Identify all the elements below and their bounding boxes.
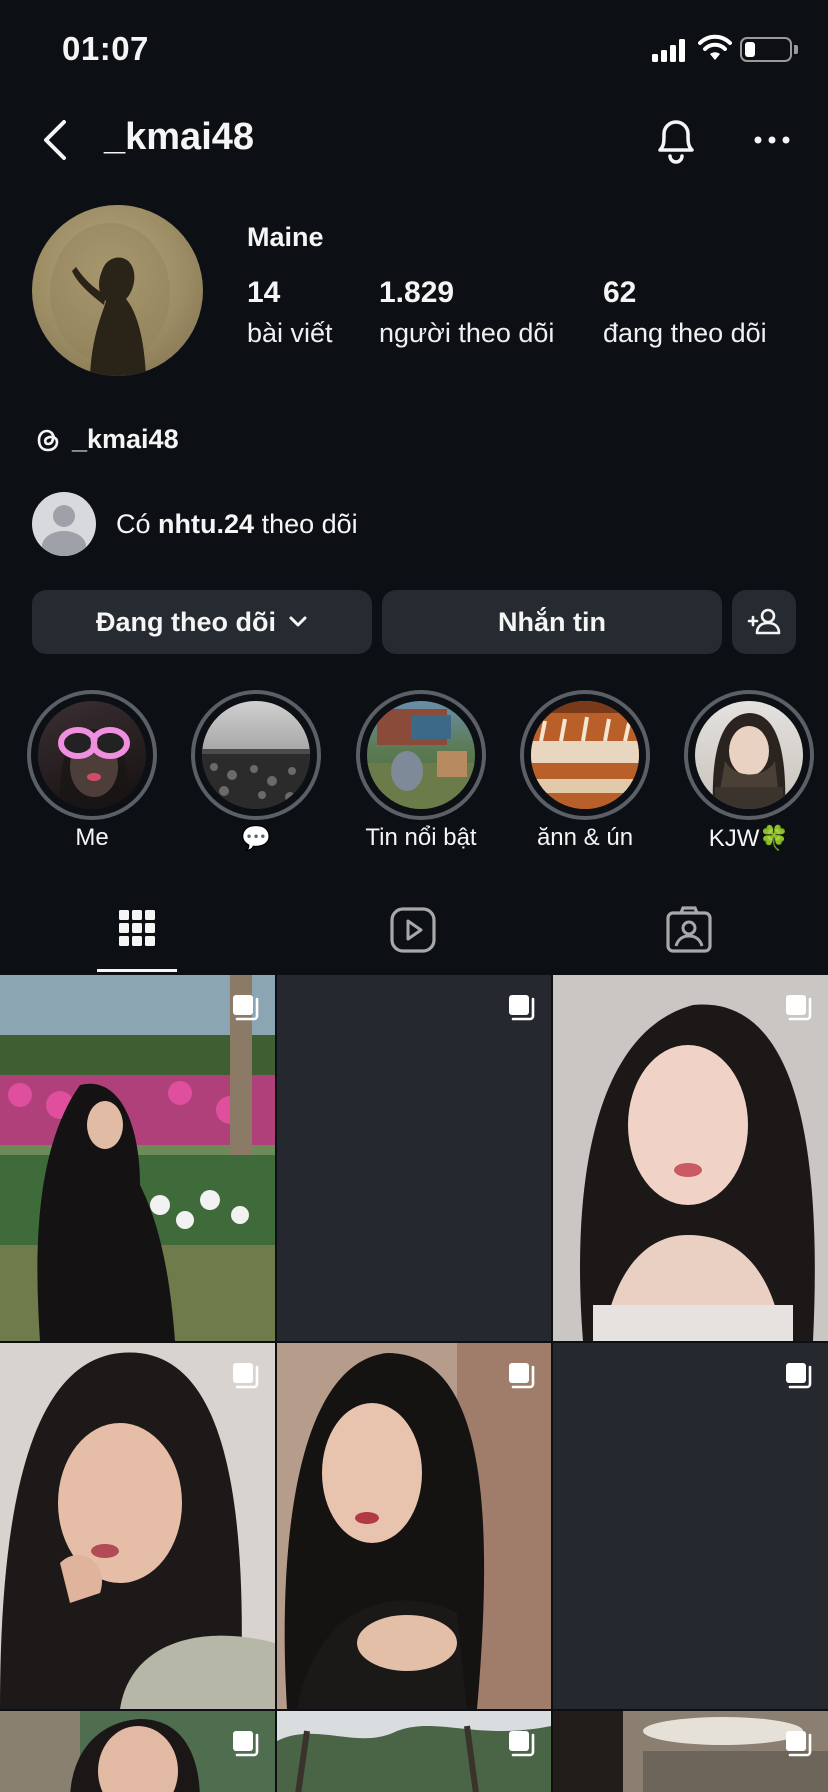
reels-icon[interactable]: [383, 900, 443, 960]
stat-followers[interactable]: 1.829 người theo dõi: [379, 276, 554, 349]
post-image: [277, 1343, 551, 1709]
battery-icon: [740, 37, 792, 62]
carousel-icon: [509, 1363, 535, 1389]
threads-badge[interactable]: _kmai48: [34, 424, 179, 455]
highlight-cover: [531, 701, 639, 809]
highlight-label: KJW🍀: [708, 825, 790, 852]
stat-posts-label: bài viết: [247, 318, 333, 348]
carousel-icon: [786, 1363, 812, 1389]
threads-icon: [37, 429, 59, 451]
highlight-cover: [202, 701, 310, 809]
post-tile[interactable]: [277, 1711, 551, 1792]
battery-tip: [794, 45, 798, 54]
post-tile[interactable]: [553, 975, 828, 1341]
carousel-icon: [786, 995, 812, 1021]
message-button[interactable]: Nhắn tin: [382, 590, 722, 654]
carousel-icon: [233, 995, 259, 1021]
profile-screen: 01:07 _kmai48 Maine 14 bài viết 1.829 ng…: [0, 0, 828, 1792]
highlight-cover: [38, 701, 146, 809]
highlight-cover: [367, 701, 475, 809]
carousel-icon: [233, 1731, 259, 1757]
post-tile[interactable]: [277, 1343, 551, 1709]
cellular-signal-icon: [652, 38, 686, 62]
more-options-icon[interactable]: [752, 126, 792, 154]
post-image: [0, 975, 275, 1341]
post-tile[interactable]: [0, 1711, 275, 1792]
stat-followers-count: 1.829: [379, 276, 455, 309]
stat-following-label: đang theo dõi: [603, 318, 767, 348]
carousel-icon: [233, 1363, 259, 1389]
header-username: _kmai48: [104, 116, 255, 158]
wifi-icon: [698, 34, 732, 60]
mutual-follower-avatar: [32, 492, 96, 556]
followed-by-prefix: Có: [116, 508, 151, 539]
grid-icon[interactable]: [107, 900, 167, 960]
carousel-icon: [509, 995, 535, 1021]
followed-by-row[interactable]: Có nhtu.24 theo dõi: [32, 492, 358, 556]
status-bar: 01:07: [0, 0, 828, 100]
profile-avatar[interactable]: [32, 205, 203, 376]
threads-handle: _kmai48: [72, 424, 179, 454]
carousel-icon: [509, 1731, 535, 1757]
avatar-shadow-silhouette: [50, 223, 170, 376]
following-button-label: Đang theo dõi: [96, 606, 276, 637]
chevron-down-icon: [289, 616, 307, 627]
following-button[interactable]: Đang theo dõi: [32, 590, 372, 654]
back-icon[interactable]: [34, 112, 78, 168]
stat-posts-count: 14: [247, 276, 281, 309]
status-time: 01:07: [62, 30, 149, 67]
suggest-users-button[interactable]: [732, 590, 796, 654]
stat-following[interactable]: 62 đang theo dõi: [603, 276, 767, 349]
stat-followers-label: người theo dõi: [379, 318, 555, 348]
highlight-cover: [695, 701, 803, 809]
post-tile[interactable]: [0, 1343, 275, 1709]
post-tile[interactable]: [553, 1343, 828, 1709]
post-tile[interactable]: [277, 975, 551, 1341]
add-user-icon: [747, 608, 781, 635]
post-image: [553, 975, 828, 1341]
carousel-icon: [786, 1731, 812, 1757]
display-name: Maine: [247, 222, 324, 252]
post-image: [0, 1343, 275, 1709]
tagged-icon[interactable]: [659, 900, 719, 960]
active-tab-indicator: [97, 969, 177, 972]
stat-following-count: 62: [603, 276, 637, 309]
message-button-label: Nhắn tin: [498, 606, 606, 637]
followed-by-text: Có nhtu.24 theo dõi: [116, 509, 358, 540]
followed-by-suffix: theo dõi: [261, 508, 358, 539]
post-tile[interactable]: [553, 1711, 828, 1792]
post-tile[interactable]: [0, 975, 275, 1341]
stat-posts[interactable]: 14 bài viết: [247, 276, 333, 349]
followed-by-name: nhtu.24: [158, 508, 255, 539]
bell-icon[interactable]: [650, 112, 702, 168]
